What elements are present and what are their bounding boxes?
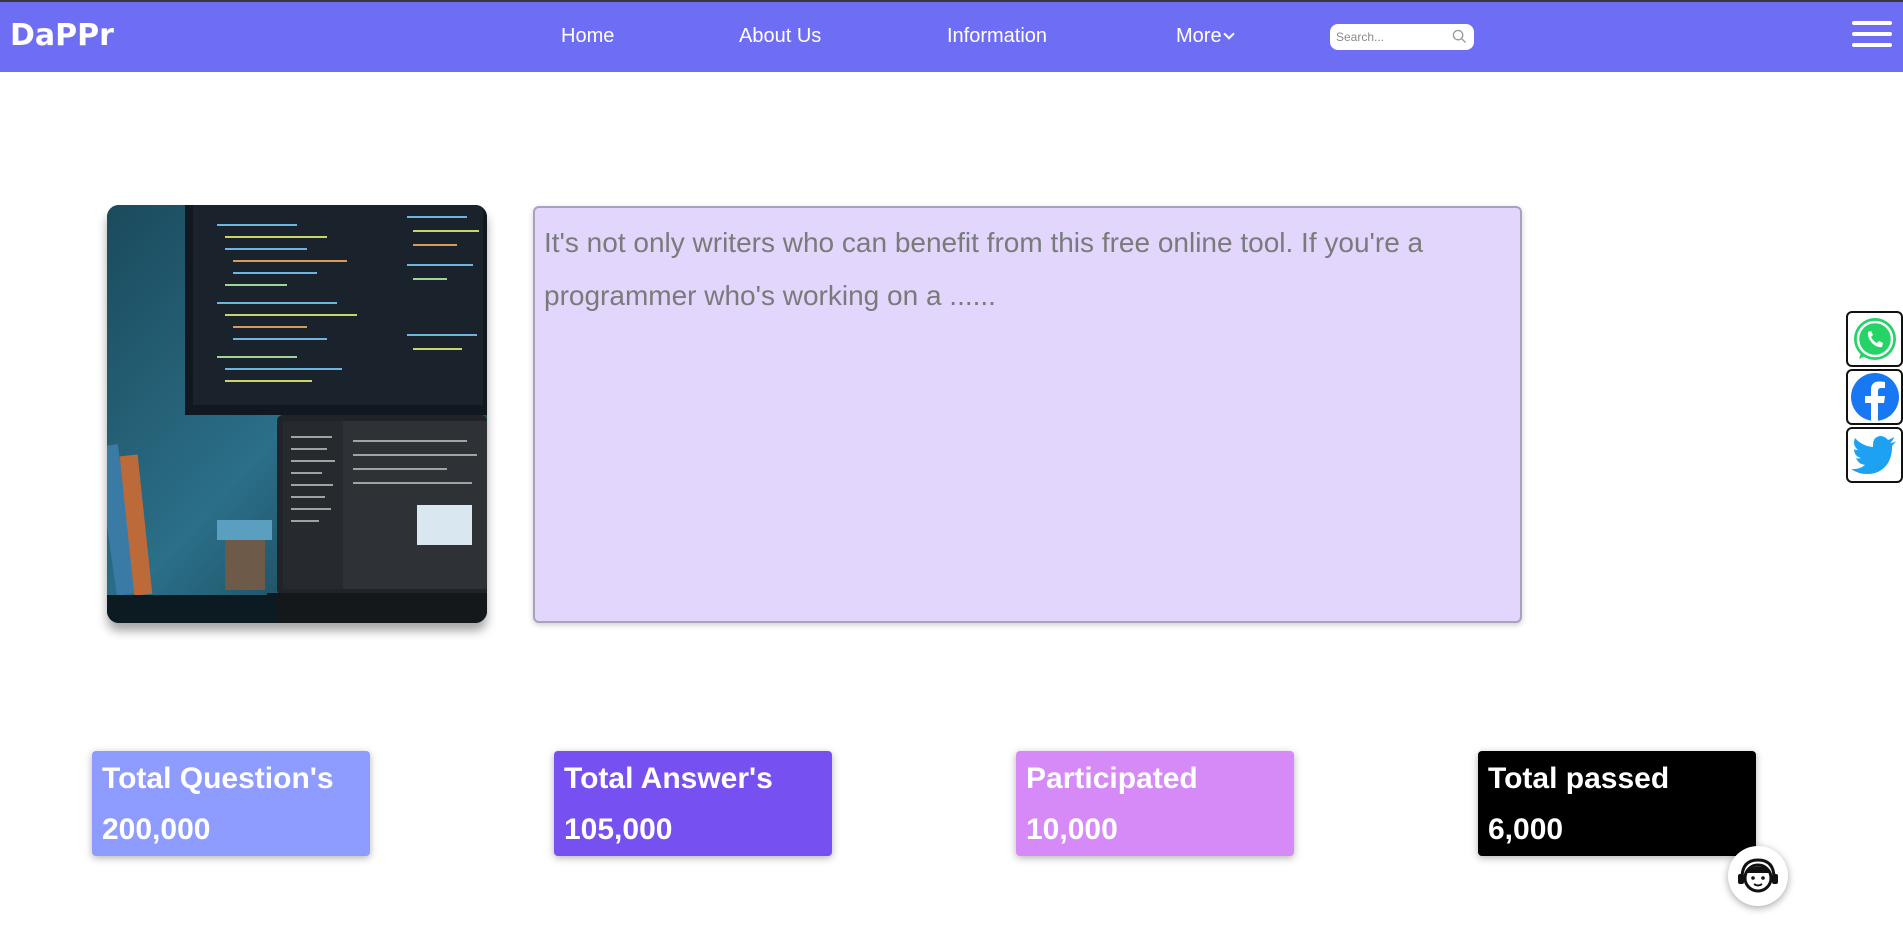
info-text: It's not only writers who can benefit fr… — [544, 227, 1424, 311]
stat-value: 10,000 — [1026, 813, 1118, 846]
search-input[interactable] — [1336, 27, 1446, 47]
stat-value: 105,000 — [564, 813, 673, 846]
stat-card-answers: Total Answer's 105,000 — [554, 751, 832, 856]
stat-value: 200,000 — [102, 813, 211, 846]
twitter-icon — [1851, 436, 1896, 474]
twitter-share-button[interactable] — [1846, 427, 1903, 483]
nav-more-dropdown[interactable]: More — [1176, 25, 1235, 48]
navbar: DaPPr Home About Us Information More — [0, 0, 1903, 72]
chevron-down-icon — [1222, 28, 1235, 40]
facebook-icon — [1851, 373, 1899, 421]
stat-label: Total Question's — [102, 762, 334, 795]
coding-desk-illustration — [107, 205, 487, 623]
whatsapp-share-button[interactable] — [1846, 311, 1903, 367]
facebook-share-button[interactable] — [1846, 369, 1903, 425]
search-icon[interactable] — [1452, 29, 1467, 44]
stat-card-questions: Total Question's 200,000 — [92, 751, 370, 856]
stat-value: 6,000 — [1488, 813, 1564, 846]
stat-label: Participated — [1026, 762, 1198, 795]
stat-label: Total Answer's — [564, 762, 773, 795]
whatsapp-icon — [1854, 318, 1896, 360]
hamburger-menu-icon[interactable] — [1852, 21, 1892, 53]
stat-card-participated: Participated 10,000 — [1016, 751, 1294, 856]
nav-home-link[interactable]: Home — [561, 25, 614, 48]
brand-logo[interactable]: DaPPr — [10, 18, 114, 53]
nav-about-link[interactable]: About Us — [739, 25, 821, 48]
stat-label: Total passed — [1488, 762, 1670, 795]
info-box: It's not only writers who can benefit fr… — [533, 206, 1522, 623]
stat-card-passed: Total passed 6,000 — [1478, 751, 1756, 856]
search-box — [1330, 24, 1474, 50]
support-chat-button[interactable] — [1728, 846, 1788, 906]
hero-image — [107, 205, 487, 623]
nav-more-label: More — [1176, 25, 1222, 47]
nav-information-link[interactable]: Information — [947, 25, 1047, 48]
support-agent-icon — [1738, 858, 1778, 893]
